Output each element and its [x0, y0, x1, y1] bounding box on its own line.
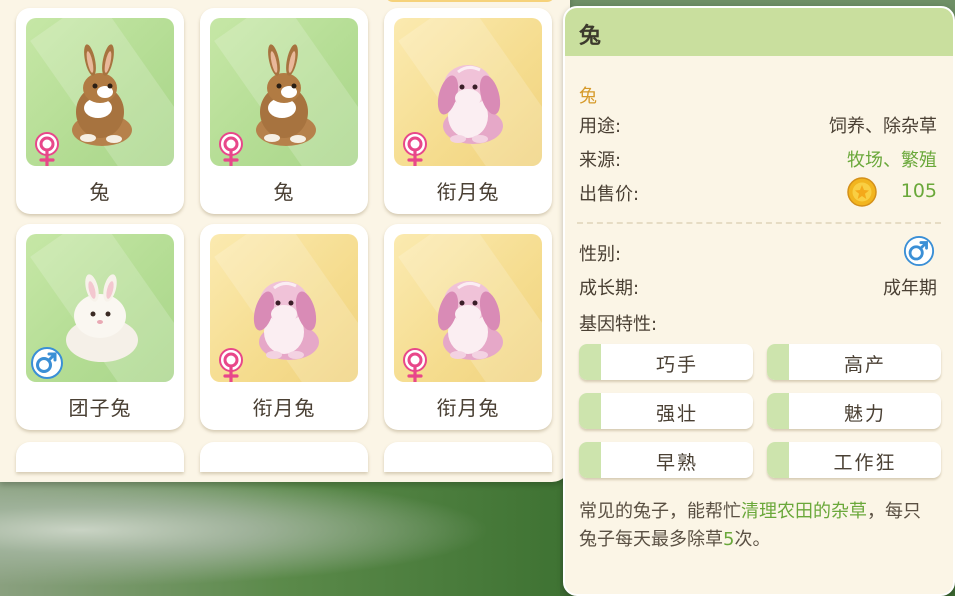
gender-label: 性别: — [579, 244, 622, 265]
desc-text: 常见的兔子，能帮忙 — [579, 501, 741, 522]
section-divider — [577, 222, 941, 224]
desc-text: 次。 — [734, 529, 771, 550]
use-value: 饲养、除杂草 — [829, 116, 937, 137]
partial-card[interactable] — [200, 442, 368, 472]
rabbit-icon — [234, 256, 334, 366]
animal-portrait — [210, 234, 358, 382]
partial-card[interactable] — [384, 442, 552, 472]
growth-value: 成年期 — [883, 278, 937, 299]
background-scenery — [0, 470, 560, 596]
animal-portrait — [210, 18, 358, 166]
trait-label: 魅力 — [843, 403, 886, 425]
desc-highlight: 清理农田的杂草 — [741, 501, 867, 522]
gender-row: 性别: — [579, 235, 937, 267]
animal-portrait — [394, 18, 542, 166]
price-label: 出售价: — [579, 184, 640, 205]
animal-card[interactable]: 团子兔 — [16, 224, 184, 430]
animal-card[interactable]: 兔 — [200, 8, 368, 214]
animal-portrait — [26, 18, 174, 166]
female-icon — [30, 130, 64, 166]
growth-row: 成长期: 成年期 — [579, 274, 937, 300]
coin-icon — [847, 177, 877, 207]
desc-highlight: 5 — [723, 529, 735, 550]
trait-label: 工作狂 — [833, 452, 897, 474]
trait-label: 巧手 — [655, 354, 698, 376]
growth-label: 成长期: — [579, 278, 640, 299]
partial-card[interactable] — [16, 442, 184, 472]
detail-title: 兔 — [579, 24, 602, 49]
animal-list-panel: 兔 兔 衔月兔 团子兔 衔月兔 衔月兔 — [0, 0, 570, 482]
male-icon — [30, 346, 64, 380]
animal-name: 兔 — [89, 180, 111, 204]
animal-card[interactable]: 衔月兔 — [384, 224, 552, 430]
animal-name: 衔月兔 — [436, 396, 500, 420]
female-icon — [398, 346, 432, 382]
animal-name: 衔月兔 — [436, 180, 500, 204]
animal-portrait — [26, 234, 174, 382]
animal-name: 团子兔 — [68, 396, 132, 420]
trait-chip[interactable]: 魅力 — [767, 393, 941, 429]
trait-chip[interactable]: 工作狂 — [767, 442, 941, 478]
trait-label: 早熟 — [655, 452, 698, 474]
price-row: 出售价: 105 — [579, 177, 937, 207]
female-icon — [214, 346, 248, 382]
source-label: 来源: — [579, 150, 622, 171]
animal-portrait — [394, 234, 542, 382]
genes-row: 基因特性: — [579, 310, 937, 336]
use-label: 用途: — [579, 116, 622, 137]
detail-header: 兔 — [565, 8, 953, 56]
trait-chip[interactable]: 巧手 — [579, 344, 753, 380]
male-icon — [903, 235, 935, 267]
rabbit-icon — [50, 40, 150, 150]
female-icon — [398, 130, 432, 166]
trait-label: 高产 — [843, 354, 886, 376]
animal-name: 衔月兔 — [252, 396, 316, 420]
trait-chip[interactable]: 高产 — [767, 344, 941, 380]
rabbit-icon — [418, 40, 518, 150]
rabbit-icon — [234, 40, 334, 150]
trait-chip[interactable]: 早熟 — [579, 442, 753, 478]
species-label: 兔 — [579, 86, 597, 107]
detail-panel: 兔 兔 用途: 饲养、除杂草 来源: 牧场、繁殖 出售价: 105 性别: 成长… — [563, 6, 955, 596]
trait-label: 强壮 — [655, 403, 698, 425]
genes-label: 基因特性: — [579, 314, 658, 335]
animal-card[interactable]: 兔 — [16, 8, 184, 214]
animal-card[interactable]: 衔月兔 — [384, 8, 552, 214]
animal-name: 兔 — [273, 180, 295, 204]
rabbit-icon — [50, 256, 150, 366]
female-icon — [214, 130, 248, 166]
source-row: 来源: 牧场、繁殖 — [579, 146, 937, 172]
description: 常见的兔子，能帮忙清理农田的杂草，每只兔子每天最多除草5次。 — [579, 498, 937, 554]
rabbit-icon — [418, 256, 518, 366]
use-row: 用途: 饲养、除杂草 — [579, 112, 937, 138]
source-value[interactable]: 牧场、繁殖 — [847, 146, 937, 172]
trait-chip[interactable]: 强壮 — [579, 393, 753, 429]
animal-card[interactable]: 衔月兔 — [200, 224, 368, 430]
top-highlight-strip — [385, 0, 555, 2]
price-value: 105 — [900, 180, 937, 202]
